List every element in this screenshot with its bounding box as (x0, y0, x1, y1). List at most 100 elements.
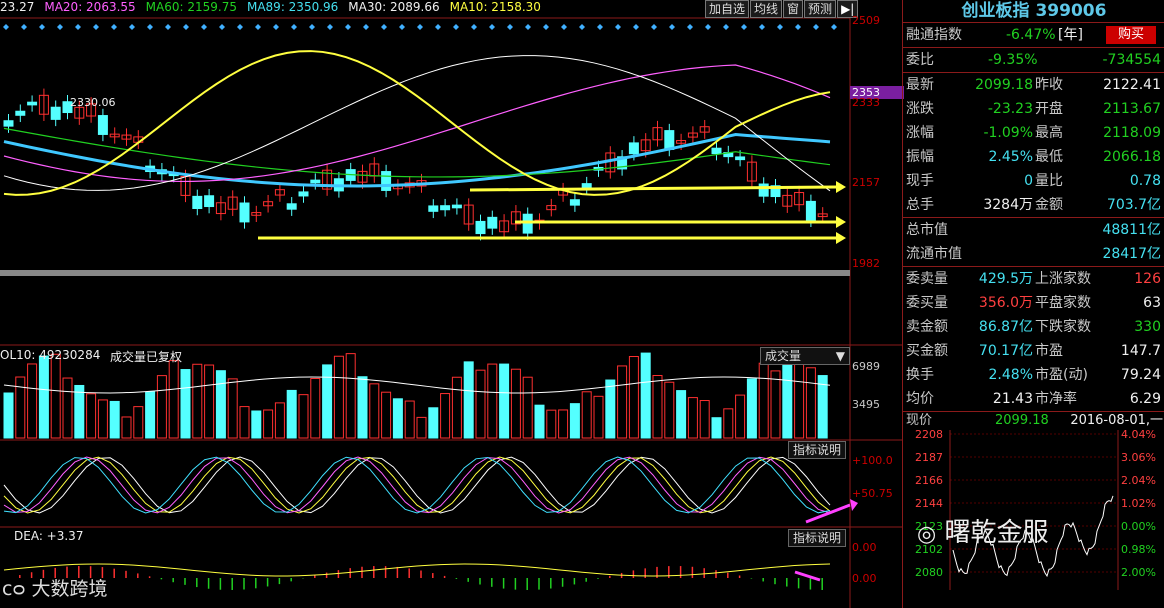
mini-right-tick: 3.06% (1121, 451, 1156, 464)
candle-down (3, 120, 14, 127)
row-label: 委卖量 (906, 271, 948, 287)
mini-chart-block[interactable]: 现价 2099.18 2016-08-01,一 2208 4.04% 2187 3.0… (903, 411, 1164, 590)
volume-bar-up (510, 368, 521, 439)
quote-row-0: 融通指数 -6.47% [年] 购买 (903, 23, 1164, 47)
volume-bar-up (333, 355, 344, 439)
row-value: 70.17亿 (978, 343, 1033, 359)
wechat-icon: ◎ (917, 522, 937, 547)
volume-bar-up (121, 416, 132, 439)
signal-diamond-icon (57, 24, 63, 30)
candle-down (522, 213, 533, 234)
vol-restored-label: 成交量已复权 (110, 350, 183, 364)
forecast-button[interactable]: 预测 (804, 0, 837, 18)
signal-diamond-icon (435, 24, 441, 30)
ma20-value: MA20: 2063.55 (44, 0, 136, 14)
signal-diamond-icon (507, 24, 513, 30)
signal-diamond-icon (633, 24, 639, 30)
row-value: 429.5万 (978, 271, 1033, 287)
row-value: 3284万 (983, 197, 1033, 213)
mini-right-tick: 2.04% (1121, 474, 1156, 487)
brand-watermark: ◎ 曙乾金服 (917, 512, 1048, 549)
candle-down (628, 142, 639, 155)
window-button[interactable]: 窗 (783, 0, 804, 18)
signal-diamond-icon (687, 24, 693, 30)
stats-row-4: 换手 2.48% 市盈(动) 79.24 (903, 363, 1164, 387)
market-cap-block: 总市值 48811亿 流通市值 28417亿 (903, 217, 1164, 266)
volume-bar-up (192, 363, 203, 439)
row-value-2: 2066.18 (1103, 149, 1161, 165)
row-label-2: 量比 (1035, 173, 1063, 189)
stats-row-5: 均价 21.43 市净率 6.29 (903, 387, 1164, 411)
buy-button[interactable]: 购买 (1106, 26, 1156, 44)
row-label-2: 开盘 (1035, 101, 1063, 117)
row-label: 融通指数 (906, 27, 962, 43)
ma20-line (3, 64, 831, 183)
row-label: 涨跌 (906, 101, 934, 117)
volume-bar-down (3, 392, 14, 439)
mini-right-tick: 4.04% (1121, 430, 1156, 441)
kline-chart-area[interactable] (0, 0, 902, 608)
candle-down (286, 203, 297, 210)
index-title: 创业板指 399006 (903, 0, 1164, 23)
candle-down (711, 147, 722, 155)
signal-diamond-icon (453, 24, 459, 30)
row-label-2: 市净率 (1035, 391, 1077, 407)
row-label-2: 市盈 (1035, 343, 1063, 359)
row-label: 最新 (906, 77, 934, 93)
row-label-2: 市盈(动) (1035, 367, 1088, 383)
ma-line-button[interactable]: 均线 (750, 0, 783, 18)
volume-bar-up (27, 363, 38, 439)
volume-bar-up (239, 406, 250, 439)
row-value-2: 2113.67 (1103, 101, 1161, 117)
row-value-2: 0.78 (1129, 173, 1161, 189)
signal-diamond-icon (183, 24, 189, 30)
ind1-arrow-head (850, 499, 858, 511)
indicator-help-button-1[interactable]: 指标说明 (788, 441, 847, 459)
volume-bar-up (62, 377, 73, 439)
volume-bar-up (50, 353, 61, 439)
row-value: -6.47% (1006, 27, 1056, 43)
add-watchlist-button[interactable]: 加自选 (705, 0, 750, 18)
row-label: 委买量 (906, 295, 948, 311)
signal-diamond-icon (759, 24, 765, 30)
ma-legend-bar: 23.27 MA20: 2063.55 MA60: 2159.75 MA89: 235… (0, 0, 705, 17)
quote-row-5: 振幅 2.45% 最低 2066.18 (903, 145, 1164, 169)
signal-diamond-icon (777, 24, 783, 30)
signal-diamond-icon (111, 24, 117, 30)
indicator-help-button-2[interactable]: 指标说明 (788, 529, 847, 547)
mini-date: 2016-08-01,一 (1070, 413, 1163, 428)
candle-down (27, 101, 38, 106)
signal-diamond-icon (741, 24, 747, 30)
indicator-select-value: 成交量 (765, 349, 802, 363)
ind1-axis-top: +100.0 (852, 454, 893, 467)
ind1-axis-mid: +50.75 (852, 487, 893, 500)
ind2-axis-top: 0.00 (852, 541, 877, 554)
signal-diamond-icon (795, 24, 801, 30)
signal-diamond-icon (417, 24, 423, 30)
row-label-2: 上涨家数 (1035, 271, 1091, 287)
candle-down (204, 195, 215, 208)
volume-bar-down (215, 370, 226, 439)
signal-diamond-icon (129, 24, 135, 30)
ma10-value: MA10: 2158.30 (449, 0, 541, 14)
row-label-2: 金额 (1035, 197, 1063, 213)
year-bracket: [年] (1058, 27, 1083, 43)
volume-bar-up (581, 391, 592, 439)
volume-bar-up (735, 394, 746, 439)
chart-toolbar: 加自选 均线 窗 预测 ▶| (705, 0, 859, 18)
price-axis-top: 2509 (852, 14, 880, 27)
mini-right-tick: 2.00% (1121, 566, 1156, 579)
signal-diamond-icon (669, 24, 675, 30)
ma89-value: MA89: 2350.96 (246, 0, 339, 14)
row-label: 卖金额 (906, 319, 948, 335)
volume-bar-up (805, 367, 816, 439)
signal-diamond-icon (21, 24, 27, 30)
mini-left-tick: 2187 (915, 451, 943, 464)
volume-bar-up (593, 395, 604, 439)
volume-bar-up (451, 376, 462, 439)
indicator-select[interactable]: 成交量 ▼ (760, 347, 850, 365)
candle-down (310, 179, 321, 184)
ma30-value: MA30: 2089.66 (348, 0, 440, 14)
candle-down (298, 191, 309, 197)
row-value-2: 79.24 (1120, 367, 1161, 383)
